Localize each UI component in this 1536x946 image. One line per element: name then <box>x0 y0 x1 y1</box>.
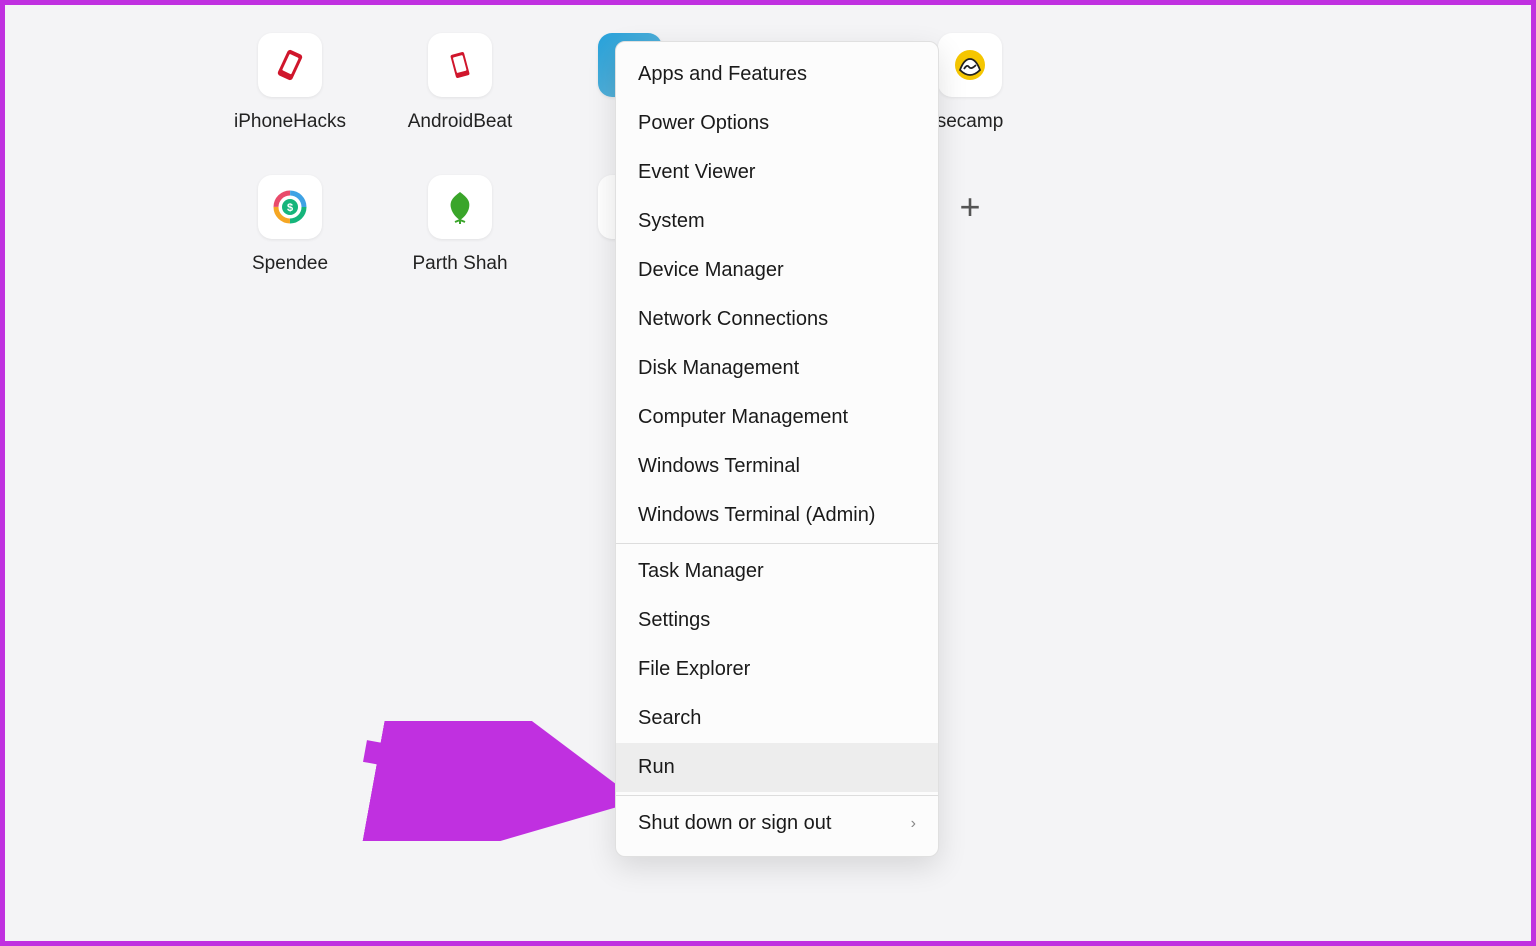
app-label: secamp <box>937 111 1004 133</box>
leaf-icon <box>428 175 492 239</box>
menu-item-disk-management[interactable]: Disk Management <box>616 344 938 393</box>
app-label: AndroidBeat <box>408 111 513 133</box>
winx-context-menu: Apps and Features Power Options Event Vi… <box>615 41 939 857</box>
menu-item-windows-terminal-admin[interactable]: Windows Terminal (Admin) <box>616 491 938 540</box>
menu-item-computer-management[interactable]: Computer Management <box>616 393 938 442</box>
plus-icon: + <box>959 186 980 228</box>
app-tile-iphonehacks[interactable]: iPhoneHacks <box>205 33 375 163</box>
menu-item-run[interactable]: Run <box>616 743 938 792</box>
menu-item-device-manager[interactable]: Device Manager <box>616 246 938 295</box>
annotation-arrow-icon <box>355 721 615 841</box>
menu-item-apps-and-features[interactable]: Apps and Features <box>616 50 938 99</box>
menu-item-system[interactable]: System <box>616 197 938 246</box>
app-tile-androidbeat[interactable]: AndroidBeat <box>375 33 545 163</box>
menu-item-task-manager[interactable]: Task Manager <box>616 547 938 596</box>
app-tile-parth-shah[interactable]: Parth Shah <box>375 175 545 305</box>
menu-item-network-connections[interactable]: Network Connections <box>616 295 938 344</box>
basecamp-icon <box>938 33 1002 97</box>
android-icon <box>428 33 492 97</box>
menu-item-windows-terminal[interactable]: Windows Terminal <box>616 442 938 491</box>
menu-item-search[interactable]: Search <box>616 694 938 743</box>
menu-divider <box>616 543 938 544</box>
menu-item-shut-down-or-sign-out[interactable]: Shut down or sign out › <box>616 799 938 848</box>
menu-item-file-explorer[interactable]: File Explorer <box>616 645 938 694</box>
menu-item-power-options[interactable]: Power Options <box>616 99 938 148</box>
menu-item-settings[interactable]: Settings <box>616 596 938 645</box>
svg-text:$: $ <box>287 202 293 214</box>
app-tile-spendee[interactable]: $ Spendee <box>205 175 375 305</box>
app-label: Spendee <box>252 253 328 275</box>
app-label: Parth Shah <box>412 253 507 275</box>
iphone-icon <box>258 33 322 97</box>
menu-item-event-viewer[interactable]: Event Viewer <box>616 148 938 197</box>
spendee-icon: $ <box>258 175 322 239</box>
menu-divider <box>616 795 938 796</box>
menu-item-label: Shut down or sign out <box>638 812 831 835</box>
chevron-right-icon: › <box>911 815 916 833</box>
app-label: iPhoneHacks <box>234 111 346 133</box>
